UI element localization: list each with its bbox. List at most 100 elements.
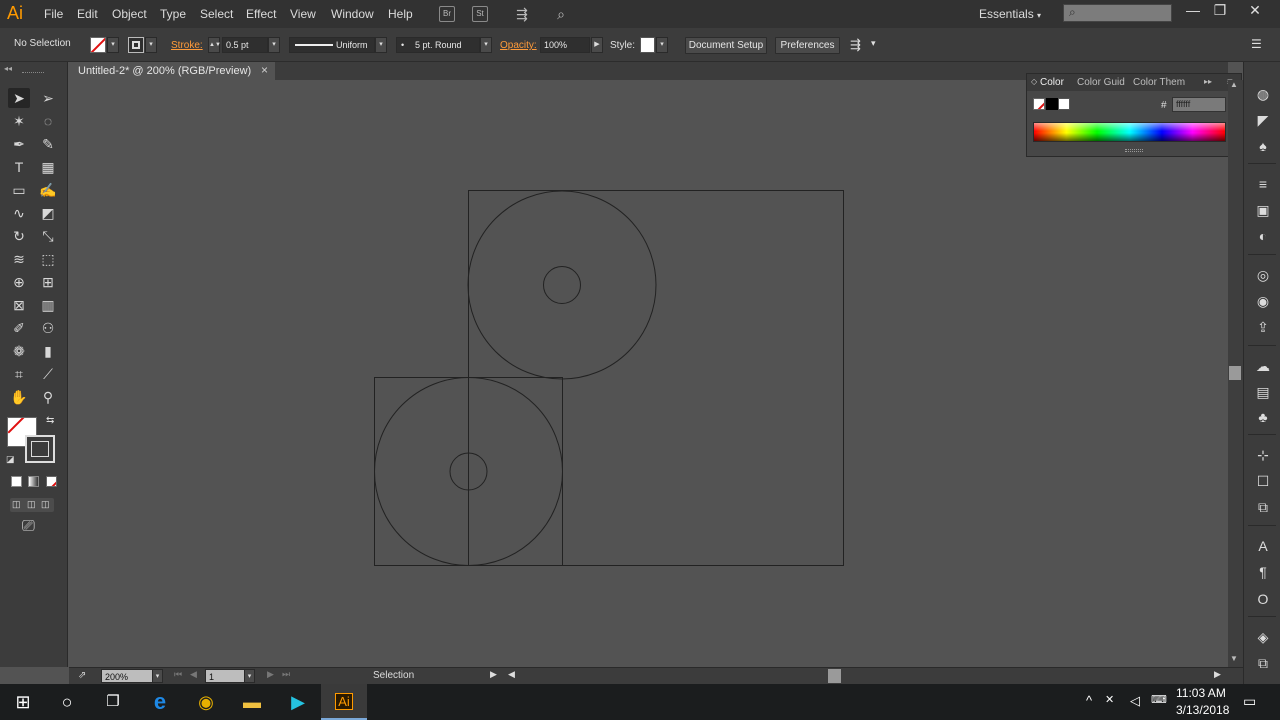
control-panel-menu-icon[interactable]: ☰ xyxy=(1251,37,1262,51)
task-view-icon[interactable]: ❐ xyxy=(90,684,136,720)
horizontal-scroll-thumb[interactable] xyxy=(828,669,841,683)
tab-color-guide[interactable]: Color Guid xyxy=(1077,77,1125,88)
brushes-icon[interactable]: ◤ xyxy=(1253,110,1273,130)
gradient-mode-icon[interactable] xyxy=(28,476,39,487)
stock-button[interactable]: St xyxy=(472,6,488,22)
change-screen-mode-icon[interactable]: ⎚ xyxy=(22,518,35,536)
white-swatch[interactable] xyxy=(1058,98,1070,110)
opacity-slider-toggle[interactable]: ▶ xyxy=(591,37,603,53)
minimize-button[interactable]: — xyxy=(1183,2,1203,18)
status-menu-icon[interactable]: ▶ xyxy=(490,669,497,680)
clock-date[interactable]: 3/13/2018 xyxy=(1176,703,1229,717)
arrange-documents-icon[interactable]: ⇶ xyxy=(510,6,534,22)
zoom-dropdown[interactable]: ▾ xyxy=(152,669,163,683)
opacity-field[interactable]: 100% xyxy=(540,37,590,53)
next-artboard-icon[interactable]: ▶ xyxy=(267,669,274,680)
artboard-dropdown[interactable]: ▾ xyxy=(244,669,255,683)
close-tab-icon[interactable]: × xyxy=(261,63,268,77)
panel-resize-grip[interactable] xyxy=(1125,149,1143,152)
menu-edit[interactable]: Edit xyxy=(77,7,98,21)
clock-time[interactable]: 11:03 AM xyxy=(1176,686,1226,700)
cortana-search-icon[interactable]: ○ xyxy=(44,684,90,720)
graphic-style-dropdown[interactable]: ▾ xyxy=(656,37,668,53)
export-icon[interactable]: ⇪ xyxy=(1253,317,1273,337)
graphic-styles-icon[interactable]: ◉ xyxy=(1253,291,1273,311)
previous-artboard-icon[interactable]: ◀ xyxy=(190,669,197,680)
menu-object[interactable]: Object xyxy=(112,7,147,21)
stroke-weight-field[interactable]: 0.5 pt xyxy=(222,37,268,53)
pen-tool[interactable]: ✒ xyxy=(8,134,30,154)
panel-collapse-icon[interactable]: ◇ xyxy=(1031,77,1037,86)
arrange-dropdown-icon[interactable]: ▾ xyxy=(871,38,876,49)
character-icon[interactable]: A xyxy=(1253,536,1273,556)
eraser-tool[interactable]: ◩ xyxy=(37,203,59,223)
tray-chevron-icon[interactable]: ^ xyxy=(1086,693,1092,708)
lasso-tool[interactable]: ◌ xyxy=(37,111,59,131)
paintbrush-tool[interactable]: ✍ xyxy=(37,180,59,200)
scroll-up-icon[interactable]: ▲ xyxy=(1230,80,1238,89)
document-tab[interactable]: Untitled-2* @ 200% (RGB/Preview) × xyxy=(69,62,275,80)
layers-icon[interactable]: ◈ xyxy=(1253,627,1273,647)
stroke-icon[interactable]: ≡ xyxy=(1253,174,1273,194)
preferences-button[interactable]: Preferences xyxy=(775,37,840,54)
collapse-toolbar-icon[interactable]: ◂◂ xyxy=(4,64,12,73)
color-spectrum[interactable] xyxy=(1033,122,1226,142)
scroll-down-icon[interactable]: ▼ xyxy=(1230,654,1238,663)
chrome-browser-icon[interactable]: ◉ xyxy=(183,684,229,720)
stroke-color-box[interactable] xyxy=(25,435,55,463)
appearance-icon[interactable]: ◎ xyxy=(1253,265,1273,285)
last-artboard-icon[interactable]: ⏭ xyxy=(282,669,290,680)
tab-color[interactable]: Color xyxy=(1040,77,1064,88)
hand-tool[interactable]: ✋ xyxy=(8,387,30,407)
stroke-label[interactable]: Stroke: xyxy=(171,40,203,51)
magic-wand-tool[interactable]: ✶ xyxy=(8,111,30,131)
large-circle-top[interactable] xyxy=(467,190,657,380)
stroke-weight-dropdown[interactable]: ▾ xyxy=(268,37,280,53)
menu-select[interactable]: Select xyxy=(200,7,233,21)
tab-color-themes[interactable]: Color Them xyxy=(1133,77,1185,88)
slice-tool[interactable]: ⟋ xyxy=(37,364,59,384)
mesh-tool[interactable]: ⊠ xyxy=(8,295,30,315)
close-button[interactable]: ✕ xyxy=(1245,2,1265,19)
stroke-color-dropdown[interactable]: ▾ xyxy=(145,37,157,53)
eyedropper-tool[interactable]: ✐ xyxy=(8,318,30,338)
media-player-icon[interactable]: ▶ xyxy=(275,684,321,720)
shaper-tool[interactable]: ∿ xyxy=(8,203,30,223)
expand-panel-icon[interactable]: ▸▸ xyxy=(1204,77,1212,86)
small-circle-top[interactable] xyxy=(543,266,581,304)
brush-definition[interactable]: • 5 pt. Round xyxy=(396,37,480,53)
color-mode-icon[interactable] xyxy=(11,476,22,487)
hex-input[interactable]: ffffff xyxy=(1172,97,1226,112)
menu-file[interactable]: File xyxy=(44,7,63,21)
brush-dropdown[interactable]: ▾ xyxy=(480,37,492,53)
graphic-style-swatch[interactable] xyxy=(640,37,655,53)
align-icon[interactable]: ⊹ xyxy=(1253,445,1273,465)
rotate-tool[interactable]: ↻ xyxy=(8,226,30,246)
artboard-navigator-icon[interactable]: ⇗ xyxy=(78,670,86,681)
workspace-switcher[interactable]: Essentials ▾ xyxy=(979,7,1041,21)
edge-browser-icon[interactable]: e xyxy=(137,684,183,720)
search-input[interactable]: ⌕ xyxy=(1063,4,1172,22)
vertical-scroll-thumb[interactable] xyxy=(1229,366,1241,380)
document-setup-button[interactable]: Document Setup xyxy=(685,37,767,54)
arrange-icon[interactable]: ⇶ xyxy=(850,37,861,53)
transparency-icon[interactable]: ◐ xyxy=(1253,226,1273,246)
line-segment-tool[interactable]: ▦ xyxy=(37,157,59,177)
color-guide-icon[interactable]: ◍ xyxy=(1253,84,1273,104)
blend-tool[interactable]: ⚇ xyxy=(37,318,59,338)
draw-behind-icon[interactable]: ◫ xyxy=(27,499,36,510)
column-graph-tool[interactable]: ▮ xyxy=(37,341,59,361)
action-center-icon[interactable]: ▭ xyxy=(1243,693,1256,710)
menu-window[interactable]: Window xyxy=(331,7,374,21)
scale-tool[interactable]: ⤡ xyxy=(37,226,59,246)
illustrator-taskbar-icon[interactable]: Ai xyxy=(321,684,367,720)
width-tool[interactable]: ≋ xyxy=(8,249,30,269)
stroke-swatch[interactable] xyxy=(128,37,144,53)
symbols-icon[interactable]: ♠ xyxy=(1253,136,1273,156)
artwork[interactable] xyxy=(69,80,1228,667)
menu-type[interactable]: Type xyxy=(160,7,186,21)
draw-mode-group[interactable]: ◫ ◫ ◫ xyxy=(10,498,54,512)
bridge-button[interactable]: Br xyxy=(439,6,455,22)
opacity-label[interactable]: Opacity: xyxy=(500,40,537,51)
toolbar-grip[interactable] xyxy=(22,72,44,74)
